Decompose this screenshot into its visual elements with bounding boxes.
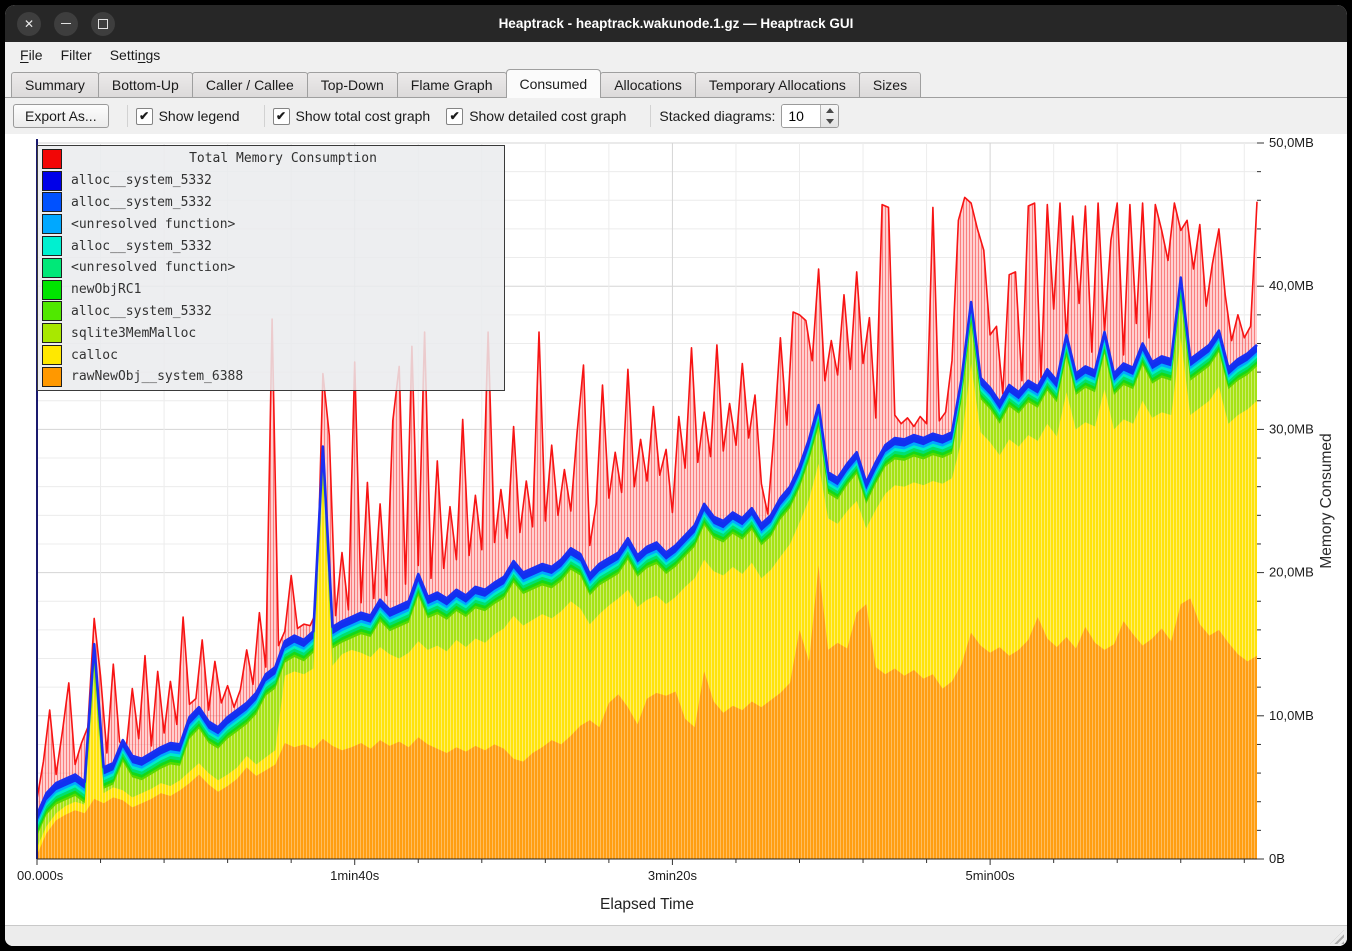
legend-swatch-icon xyxy=(42,236,62,256)
spin-buttons xyxy=(820,105,838,127)
x-tick-label: 00.000s xyxy=(17,868,64,883)
tab-sizes[interactable]: Sizes xyxy=(859,72,921,97)
checkbox-show-total-cost[interactable]: ✔ Show total cost graph xyxy=(273,108,431,125)
y-axis-title: Memory Consumed xyxy=(1318,433,1335,568)
legend-swatch-icon xyxy=(42,214,62,234)
status-bar xyxy=(5,925,1347,946)
legend-label: alloc__system_5332 xyxy=(71,173,212,188)
memory-consumed-chart[interactable]: 0B 10,0MB 20,0MB 30,0MB 40,0MB 50,0MB 00.000s 1… xyxy=(5,134,1347,925)
legend-label: alloc__system_5332 xyxy=(71,195,212,210)
legend-swatch-icon xyxy=(42,323,62,343)
legend-swatch-icon xyxy=(42,149,62,169)
checkbox-show-detailed-cost[interactable]: ✔ Show detailed cost graph xyxy=(446,108,626,125)
tab-top-down[interactable]: Top-Down xyxy=(307,72,398,97)
legend-label: <unresolved function> xyxy=(71,217,235,232)
x-axis-title: Elapsed Time xyxy=(600,896,694,913)
legend-swatch-icon xyxy=(42,171,62,191)
checkbox-check-icon: ✔ xyxy=(136,108,153,125)
legend-row: rawNewObj__system_6388 xyxy=(38,366,504,388)
legend-label: Total Memory Consumption xyxy=(62,151,504,166)
checkbox-label: Show total cost graph xyxy=(296,108,431,124)
y-tick-label: 0B xyxy=(1269,851,1285,866)
legend-swatch-icon xyxy=(42,280,62,300)
legend-row: alloc__system_5332 xyxy=(38,301,504,323)
legend-swatch-icon xyxy=(42,192,62,212)
checkbox-label: Show detailed cost graph xyxy=(469,108,626,124)
legend-label: alloc__system_5332 xyxy=(71,239,212,254)
legend-swatch-icon xyxy=(42,258,62,278)
export-as-button[interactable]: Export As... xyxy=(13,104,109,128)
y-tick-label: 40,0MB xyxy=(1269,278,1314,293)
legend-row: Total Memory Consumption xyxy=(38,148,504,170)
chart-legend: Total Memory Consumption alloc__system_53… xyxy=(37,145,505,391)
tab-consumed[interactable]: Consumed xyxy=(506,69,602,98)
tab-allocations[interactable]: Allocations xyxy=(600,72,696,97)
toolbar: Export As... ✔ Show legend ✔ Show total … xyxy=(5,98,1347,134)
checkbox-check-icon: ✔ xyxy=(273,108,290,125)
tab-flame-graph[interactable]: Flame Graph xyxy=(397,72,507,97)
legend-row: alloc__system_5332 xyxy=(38,192,504,214)
tab-bottom-up[interactable]: Bottom-Up xyxy=(98,72,193,97)
legend-row: alloc__system_5332 xyxy=(38,235,504,257)
y-tick-label: 50,0MB xyxy=(1269,135,1314,150)
spin-up-icon xyxy=(826,108,834,113)
tab-summary[interactable]: Summary xyxy=(11,72,99,97)
tab-caller-callee[interactable]: Caller / Callee xyxy=(192,72,308,97)
spin-up-button[interactable] xyxy=(821,105,838,116)
stacked-diagrams-label: Stacked diagrams: xyxy=(659,108,775,124)
window-title: Heaptrack - heaptrack.wakunode.1.gz — He… xyxy=(5,16,1347,31)
legend-row: <unresolved function> xyxy=(38,257,504,279)
legend-label: <unresolved function> xyxy=(71,260,235,275)
legend-label: sqlite3MemMalloc xyxy=(71,326,196,341)
checkbox-check-icon: ✔ xyxy=(446,108,463,125)
legend-label: alloc__system_5332 xyxy=(71,304,212,319)
legend-swatch-icon xyxy=(42,345,62,365)
x-tick-label: 1min40s xyxy=(330,868,380,883)
menu-settings[interactable]: Settings xyxy=(101,44,170,66)
menu-bar: FileFilterSettings xyxy=(5,42,1347,68)
x-tick-label: 3min20s xyxy=(648,868,698,883)
stacked-diagrams-spinbox[interactable] xyxy=(781,104,839,128)
legend-row: <unresolved function> xyxy=(38,213,504,235)
menu-filter[interactable]: Filter xyxy=(52,44,101,66)
menu-file[interactable]: File xyxy=(11,44,52,66)
toolbar-separator xyxy=(650,105,651,127)
checkbox-label: Show legend xyxy=(159,108,240,124)
legend-label: newObjRC1 xyxy=(71,282,141,297)
legend-row: calloc xyxy=(38,344,504,366)
toolbar-separator xyxy=(264,105,265,127)
stacked-diagrams-control: Stacked diagrams: xyxy=(659,104,839,128)
legend-row: sqlite3MemMalloc xyxy=(38,322,504,344)
legend-label: rawNewObj__system_6388 xyxy=(71,369,243,384)
stacked-diagrams-input[interactable] xyxy=(782,105,820,127)
spin-down-button[interactable] xyxy=(821,116,838,127)
title-bar: ✕ Heaptrack - heaptrack.wakunode.1.gz — … xyxy=(5,5,1347,42)
app-window: ✕ Heaptrack - heaptrack.wakunode.1.gz — … xyxy=(5,5,1347,946)
legend-row: newObjRC1 xyxy=(38,279,504,301)
toolbar-separator xyxy=(127,105,128,127)
spin-down-icon xyxy=(826,119,834,124)
legend-label: calloc xyxy=(71,348,118,363)
legend-swatch-icon xyxy=(42,367,62,387)
legend-row: alloc__system_5332 xyxy=(38,170,504,192)
resize-grip-icon[interactable] xyxy=(1330,930,1344,944)
y-tick-label: 30,0MB xyxy=(1269,421,1314,436)
x-tick-label: 5min00s xyxy=(966,868,1016,883)
y-tick-label: 20,0MB xyxy=(1269,565,1314,580)
checkbox-show-legend[interactable]: ✔ Show legend xyxy=(136,108,240,125)
legend-swatch-icon xyxy=(42,301,62,321)
tab-temporary-allocations[interactable]: Temporary Allocations xyxy=(695,72,860,97)
tab-bar: SummaryBottom-UpCaller / CalleeTop-DownF… xyxy=(5,68,1347,98)
y-tick-label: 10,0MB xyxy=(1269,708,1314,723)
